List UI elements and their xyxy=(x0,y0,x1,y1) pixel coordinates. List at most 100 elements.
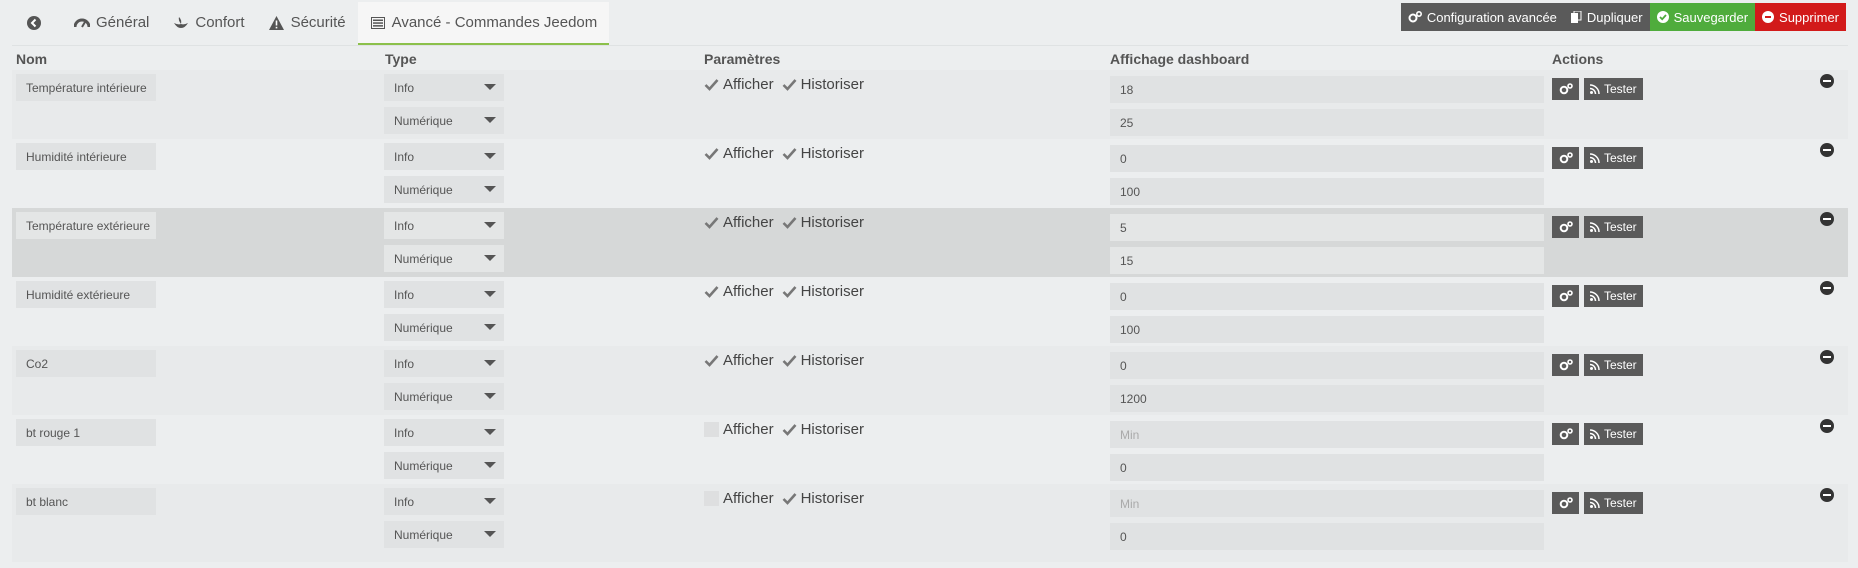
afficher-checkbox[interactable] xyxy=(704,215,719,230)
dashboard-max-input[interactable]: 15 xyxy=(1110,247,1544,274)
historiser-label: Historiser xyxy=(800,283,864,300)
test-command-button[interactable]: Tester xyxy=(1584,492,1643,514)
dashboard-min-input[interactable]: Min xyxy=(1110,490,1544,517)
params-group: Afficher Historiser xyxy=(704,76,872,93)
tab-back[interactable] xyxy=(12,0,62,45)
historiser-checkbox[interactable] xyxy=(782,284,797,299)
test-command-button[interactable]: Tester xyxy=(1584,147,1643,169)
historiser-label: Historiser xyxy=(800,214,864,231)
caret-down-icon xyxy=(484,498,496,504)
historiser-checkbox[interactable] xyxy=(782,77,797,92)
subtype-select[interactable]: Numérique xyxy=(384,107,504,134)
dashboard-min-input[interactable]: 18 xyxy=(1110,76,1544,103)
header-params: Paramètres xyxy=(704,51,781,67)
afficher-checkbox[interactable] xyxy=(704,77,719,92)
test-command-button[interactable]: Tester xyxy=(1584,285,1643,307)
subtype-select-value: Numérique xyxy=(394,182,453,197)
command-name-input[interactable]: Température extérieure xyxy=(16,212,156,239)
type-select[interactable]: Info xyxy=(384,212,504,239)
command-name-input[interactable]: Humidité intérieure xyxy=(16,143,156,170)
table-row: Humidité intérieure Info Numérique Affic… xyxy=(12,139,1848,208)
remove-command-icon[interactable] xyxy=(1820,212,1834,226)
dashboard-max-input[interactable]: 25 xyxy=(1110,109,1544,136)
afficher-checkbox[interactable] xyxy=(704,353,719,368)
dashboard-min-input[interactable]: 0 xyxy=(1110,283,1544,310)
dashboard-max-input[interactable]: 0 xyxy=(1110,523,1544,550)
tab-securite[interactable]: Sécurité xyxy=(257,0,358,45)
tab-avance[interactable]: Avancé - Commandes Jeedom xyxy=(357,2,610,45)
dashboard-max-input[interactable]: 1200 xyxy=(1110,385,1544,412)
dashboard-max-input[interactable]: 0 xyxy=(1110,454,1544,481)
command-name-input[interactable]: Température intérieure xyxy=(16,74,156,101)
remove-command-icon[interactable] xyxy=(1820,74,1834,88)
params-group: Afficher Historiser xyxy=(704,283,872,300)
caret-down-icon xyxy=(484,255,496,261)
remove-command-icon[interactable] xyxy=(1820,419,1834,433)
configure-command-button[interactable] xyxy=(1552,354,1579,376)
dashboard-max-input[interactable]: 100 xyxy=(1110,178,1544,205)
type-select[interactable]: Info xyxy=(384,74,504,101)
afficher-checkbox[interactable] xyxy=(704,491,719,506)
type-select[interactable]: Info xyxy=(384,143,504,170)
afficher-checkbox[interactable] xyxy=(704,146,719,161)
duplicate-button[interactable]: Dupliquer xyxy=(1563,3,1650,31)
subtype-select[interactable]: Numérique xyxy=(384,521,504,548)
configure-command-button[interactable] xyxy=(1552,147,1579,169)
test-command-button[interactable]: Tester xyxy=(1584,216,1643,238)
rss-icon xyxy=(1590,498,1600,508)
historiser-checkbox[interactable] xyxy=(782,491,797,506)
dashboard-min-input[interactable]: 5 xyxy=(1110,214,1544,241)
remove-command-icon[interactable] xyxy=(1820,488,1834,502)
test-command-button[interactable]: Tester xyxy=(1584,354,1643,376)
historiser-checkbox[interactable] xyxy=(782,422,797,437)
delete-button[interactable]: Supprimer xyxy=(1755,3,1846,31)
command-name-input[interactable]: Co2 xyxy=(16,350,156,377)
type-select[interactable]: Info xyxy=(384,419,504,446)
type-select[interactable]: Info xyxy=(384,488,504,515)
subtype-select[interactable]: Numérique xyxy=(384,383,504,410)
configure-command-button[interactable] xyxy=(1552,78,1579,100)
historiser-checkbox[interactable] xyxy=(782,146,797,161)
check-circle-icon xyxy=(1656,11,1669,23)
remove-command-icon[interactable] xyxy=(1820,143,1834,157)
dashboard-max-input[interactable]: 100 xyxy=(1110,316,1544,343)
plant-icon xyxy=(173,15,189,31)
caret-down-icon xyxy=(484,462,496,468)
subtype-select[interactable]: Numérique xyxy=(384,245,504,272)
configure-command-button[interactable] xyxy=(1552,492,1579,514)
test-command-button[interactable]: Tester xyxy=(1584,78,1643,100)
dashboard-min-input[interactable]: 0 xyxy=(1110,352,1544,379)
tab-general[interactable]: Général xyxy=(62,0,161,45)
advanced-config-label: Configuration avancée xyxy=(1426,9,1557,25)
subtype-select[interactable]: Numérique xyxy=(384,314,504,341)
dashboard-min-input[interactable]: Min xyxy=(1110,421,1544,448)
params-group: Afficher Historiser xyxy=(704,490,872,507)
command-name-input[interactable]: bt rouge 1 xyxy=(16,419,156,446)
historiser-checkbox[interactable] xyxy=(782,215,797,230)
test-label: Tester xyxy=(1604,151,1637,165)
save-button[interactable]: Sauvegarder xyxy=(1649,3,1756,31)
subtype-select[interactable]: Numérique xyxy=(384,452,504,479)
historiser-checkbox[interactable] xyxy=(782,353,797,368)
historiser-label: Historiser xyxy=(800,490,864,507)
configure-command-button[interactable] xyxy=(1552,216,1579,238)
configure-command-button[interactable] xyxy=(1552,423,1579,445)
subtype-select[interactable]: Numérique xyxy=(384,176,504,203)
remove-command-icon[interactable] xyxy=(1820,350,1834,364)
afficher-checkbox[interactable] xyxy=(704,422,719,437)
configure-command-button[interactable] xyxy=(1552,285,1579,307)
type-select[interactable]: Info xyxy=(384,281,504,308)
command-name-input[interactable]: Humidité extérieure xyxy=(16,281,156,308)
subtype-select-value: Numérique xyxy=(394,251,453,266)
afficher-checkbox[interactable] xyxy=(704,284,719,299)
remove-command-icon[interactable] xyxy=(1820,281,1834,295)
command-name-input[interactable]: bt blanc xyxy=(16,488,156,515)
dashboard-min-input[interactable]: 0 xyxy=(1110,145,1544,172)
caret-down-icon xyxy=(484,429,496,435)
advanced-config-button[interactable]: Configuration avancée xyxy=(1400,3,1564,31)
tab-confort[interactable]: Confort xyxy=(161,0,256,45)
test-command-button[interactable]: Tester xyxy=(1584,423,1643,445)
caret-down-icon xyxy=(484,531,496,537)
type-select[interactable]: Info xyxy=(384,350,504,377)
header-actions: Actions xyxy=(1552,51,1604,67)
